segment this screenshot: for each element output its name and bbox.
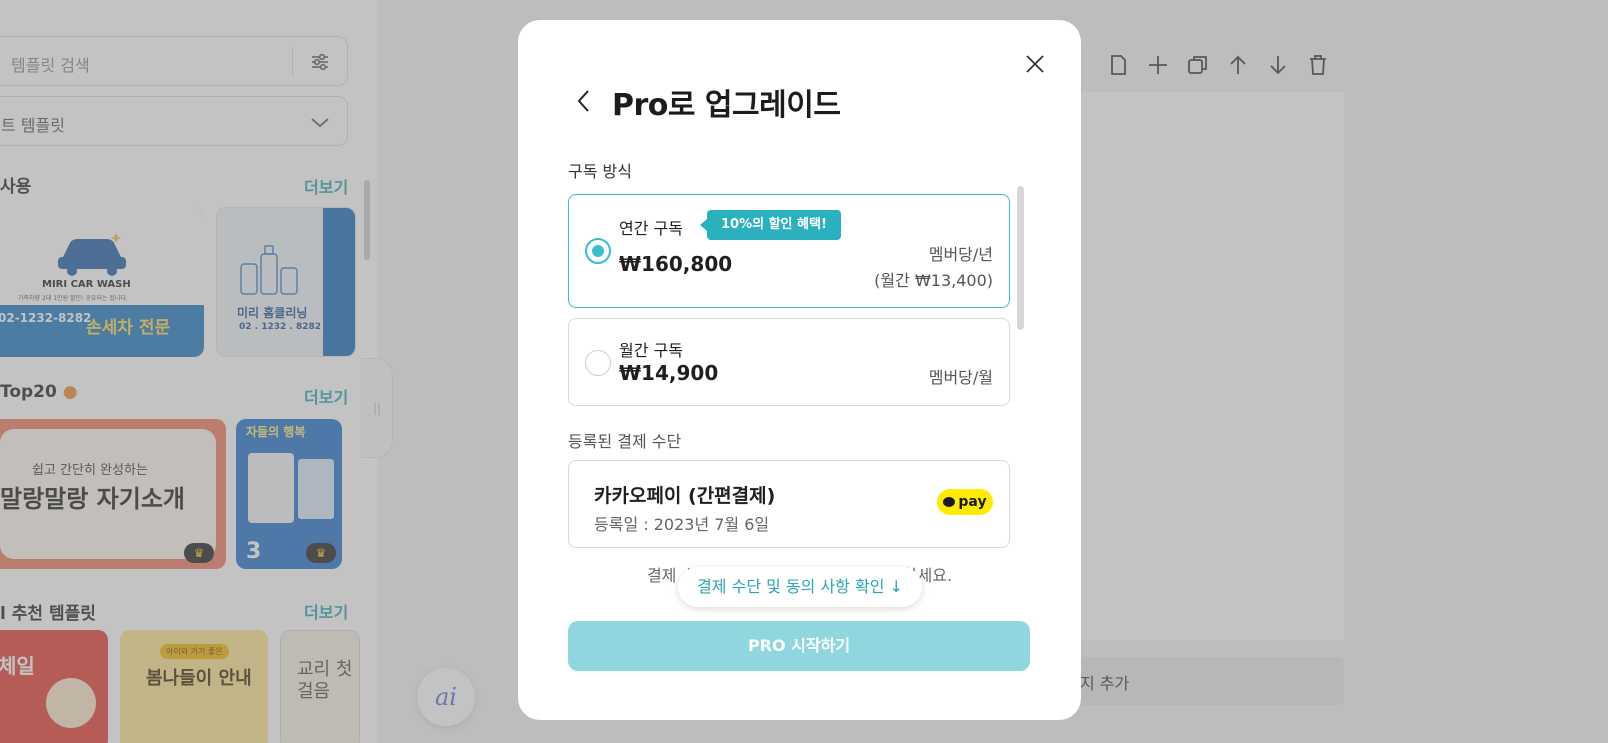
plan-monthly-unit: 멤버당/월 (928, 368, 993, 387)
plan-monthly-price: ₩14,900 (619, 361, 719, 385)
confirm-consent-button[interactable]: 결제 수단 및 동의 사항 확인 ↓ (678, 567, 922, 607)
speech-bubble-icon (943, 497, 956, 507)
start-pro-button[interactable]: PRO 시작하기 (568, 621, 1030, 671)
modal-title: Pro로 업그레이드 (612, 88, 841, 123)
payment-method-card[interactable]: 카카오페이 (간편결제) 등록일 : 2023년 7월 6일 pay (568, 460, 1010, 548)
close-icon[interactable] (1023, 52, 1047, 76)
plan-monthly-radio[interactable] (585, 350, 611, 376)
payment-method-registered: 등록일 : 2023년 7월 6일 (594, 515, 770, 534)
plan-annual-price: ₩160,800 (619, 252, 733, 276)
modal-scrollbar[interactable] (1017, 186, 1024, 330)
back-arrow-icon[interactable] (574, 86, 596, 116)
plan-monthly[interactable]: 월간 구독 ₩14,900 멤버당/월 (568, 318, 1010, 406)
upgrade-pro-modal: Pro로 업그레이드 구독 방식 연간 구독 10%의 할인 혜택! ₩160,… (518, 20, 1081, 720)
payment-method-label: 등록된 결제 수단 (568, 432, 682, 451)
plan-annual[interactable]: 연간 구독 10%의 할인 혜택! ₩160,800 멤버당/년 (월간 ₩13… (568, 194, 1010, 308)
plan-annual-radio[interactable] (585, 238, 611, 264)
discount-badge: 10%의 할인 혜택! (700, 210, 841, 240)
plan-monthly-name: 월간 구독 (619, 341, 683, 360)
kakaopay-logo: pay (937, 489, 993, 515)
plan-annual-monthly-equiv: (월간 ₩13,400) (874, 271, 993, 290)
subscription-label: 구독 방식 (568, 162, 632, 181)
payment-method-name: 카카오페이 (간편결제) (594, 485, 776, 507)
plan-annual-name: 연간 구독 (619, 219, 683, 238)
plan-annual-unit: 멤버당/년 (928, 245, 993, 264)
